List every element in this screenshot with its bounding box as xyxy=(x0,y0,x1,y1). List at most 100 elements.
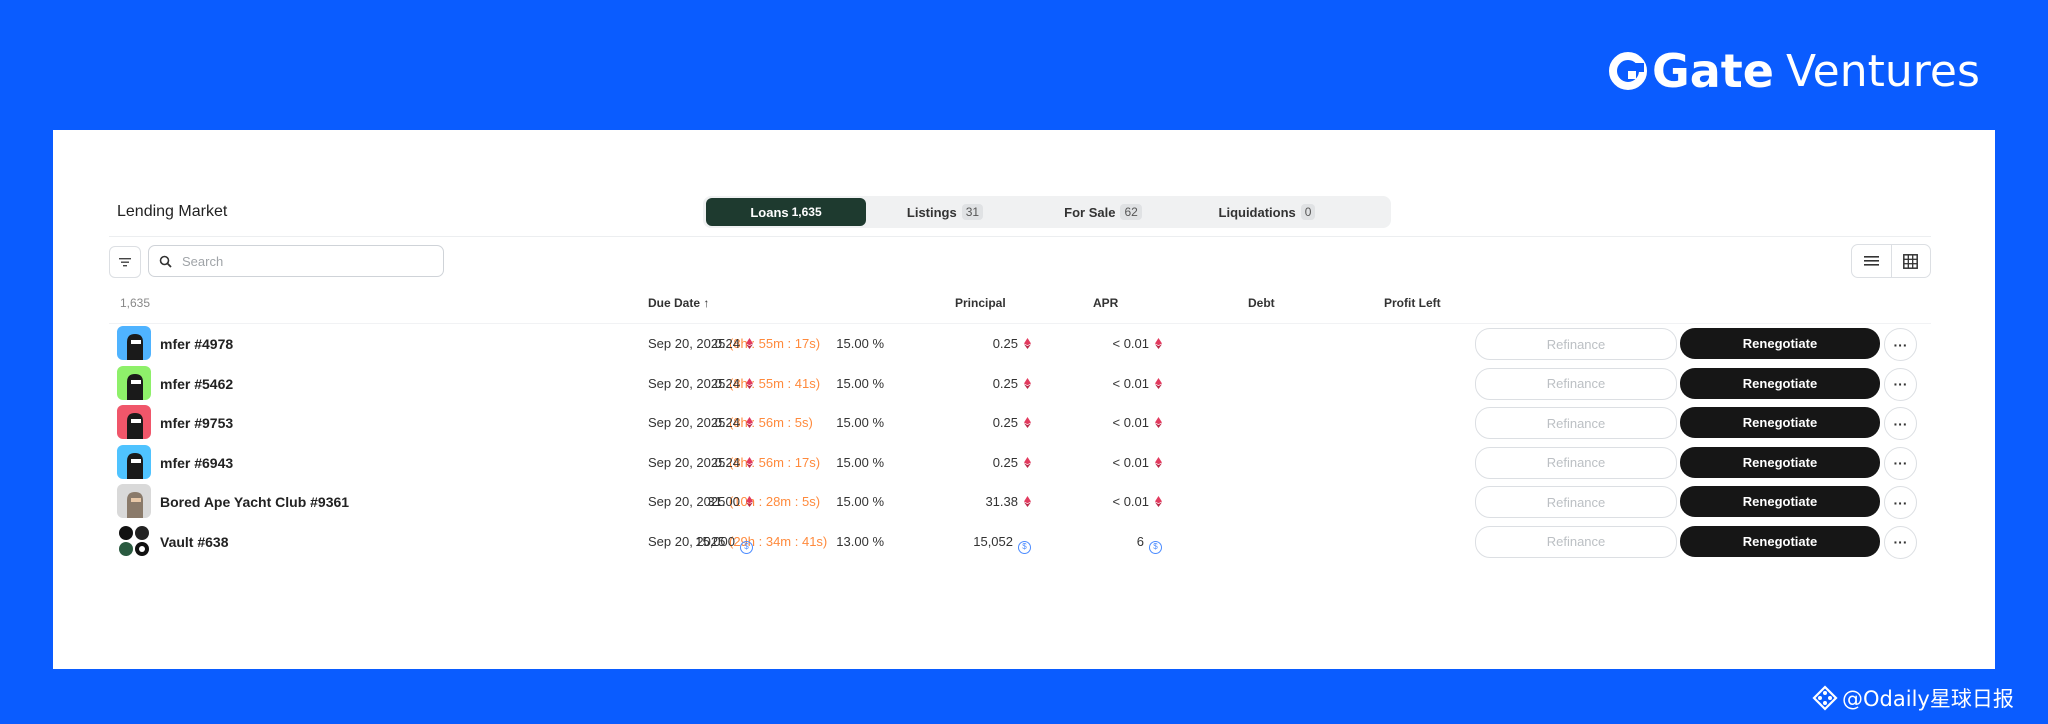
table-row[interactable]: Vault #638 Sep 20, 2025 (29h : 34m : 41s… xyxy=(53,523,1995,561)
more-icon: ··· xyxy=(1893,336,1908,353)
vault-grid-icon xyxy=(119,525,149,556)
nft-avatar xyxy=(117,484,151,518)
tab-count: 0 xyxy=(1300,204,1316,220)
debt-cell: 0.25 xyxy=(993,415,1031,430)
eth-icon xyxy=(1024,417,1031,428)
nft-name[interactable]: Bored Ape Yacht Club #9361 xyxy=(160,494,349,510)
nft-avatar xyxy=(117,365,151,400)
nft-name[interactable]: mfer #9753 xyxy=(160,415,233,431)
market-tabs: Loans 1,635 Listings 31 For Sale 62 Liqu… xyxy=(703,196,1391,228)
more-icon: ··· xyxy=(1893,534,1908,550)
profit-left-cell: < 0.01 xyxy=(1112,415,1162,430)
eth-icon xyxy=(1155,496,1162,507)
principal-cell: 15,000 $ xyxy=(695,534,753,554)
tab-count: 62 xyxy=(1120,204,1142,220)
profit-left-value: 6 xyxy=(1136,533,1144,549)
renegotiate-button[interactable]: Renegotiate xyxy=(1680,367,1880,399)
watermark-text: @Odaily星球日报 xyxy=(1842,687,2014,711)
principal-value: 0.24 xyxy=(714,415,740,430)
nft-character-icon xyxy=(127,492,143,518)
nft-name[interactable]: Vault #638 xyxy=(160,534,229,550)
tab-loans[interactable]: Loans 1,635 xyxy=(706,198,866,226)
list-view-button[interactable] xyxy=(1852,245,1891,277)
refinance-button[interactable]: Refinance xyxy=(1475,367,1677,400)
nft-avatar xyxy=(117,523,151,558)
profit-left-value: < 0.01 xyxy=(1112,375,1149,391)
profit-left-header: Profit Left xyxy=(1384,296,1441,310)
tab-label: Listings xyxy=(906,204,957,220)
apr-cell: 13.00 % xyxy=(836,533,884,549)
table-row[interactable]: mfer #5462 Sep 20, 2025 (8h : 55m : 41s)… xyxy=(53,365,1995,403)
eth-icon xyxy=(746,377,753,389)
more-icon: ··· xyxy=(1893,494,1908,511)
more-options-button[interactable]: ··· xyxy=(1884,328,1917,361)
odaily-watermark: @Odaily星球日报 xyxy=(1812,683,2014,713)
more-options-button[interactable]: ··· xyxy=(1884,525,1917,559)
eth-icon xyxy=(746,496,753,507)
refinance-button[interactable]: Refinance xyxy=(1475,486,1677,518)
tab-label: Loans xyxy=(750,204,789,220)
principal-value: 0.24 xyxy=(714,336,740,351)
eth-icon xyxy=(1155,417,1162,428)
filter-button[interactable] xyxy=(109,246,141,278)
more-options-button[interactable]: ··· xyxy=(1884,407,1917,440)
eth-icon xyxy=(1024,377,1031,389)
renegotiate-button[interactable]: Renegotiate xyxy=(1680,486,1880,517)
debt-value: 31.38 xyxy=(985,494,1018,509)
debt-value: 0.25 xyxy=(992,336,1018,351)
eth-icon xyxy=(1155,456,1162,468)
renegotiate-button[interactable]: Renegotiate xyxy=(1680,525,1880,557)
more-options-button[interactable]: ··· xyxy=(1884,446,1917,480)
table-row[interactable]: mfer #9753 Sep 20, 2025 (8h : 56m : 5s) … xyxy=(53,404,1995,442)
profit-left-value: < 0.01 xyxy=(1112,336,1149,351)
debt-value: 0.25 xyxy=(992,454,1018,470)
eth-icon xyxy=(746,417,753,428)
table-row[interactable]: mfer #4978 Sep 20, 2025 (8h : 55m : 17s)… xyxy=(53,325,1995,363)
refinance-button[interactable]: Refinance xyxy=(1475,446,1677,479)
tab-count: 31 xyxy=(961,204,984,220)
apr-cell: 15.00 % xyxy=(836,375,884,391)
nft-name[interactable]: mfer #6943 xyxy=(160,455,233,471)
table-row[interactable]: Bored Ape Yacht Club #9361 Sep 20, 2025 … xyxy=(53,483,1995,521)
odaily-logo-icon xyxy=(1812,685,1838,711)
search-input[interactable] xyxy=(180,252,424,270)
tab-label: For Sale xyxy=(1064,204,1116,220)
eth-icon xyxy=(1155,377,1162,389)
header-divider xyxy=(109,236,1931,237)
page-title: Lending Market xyxy=(117,203,228,220)
nft-name[interactable]: mfer #4978 xyxy=(160,336,233,352)
nft-avatar xyxy=(117,326,151,360)
nft-name[interactable]: mfer #5462 xyxy=(160,376,233,392)
renegotiate-button[interactable]: Renegotiate xyxy=(1680,446,1880,478)
table-row[interactable]: mfer #6943 Sep 20, 2025 (8h : 56m : 17s)… xyxy=(53,444,1995,482)
nft-character-icon xyxy=(127,413,143,439)
refinance-button[interactable]: Refinance xyxy=(1475,407,1677,439)
debt-cell: 15,052 $ xyxy=(973,534,1031,554)
principal-value: 31.00 xyxy=(707,494,740,509)
more-options-button[interactable]: ··· xyxy=(1884,367,1917,401)
principal-value: 0.24 xyxy=(714,454,740,470)
eth-icon xyxy=(746,338,753,349)
debt-cell: 0.25 xyxy=(993,455,1031,470)
debt-value: 0.25 xyxy=(992,415,1018,430)
grid-icon xyxy=(1903,253,1919,269)
more-icon: ··· xyxy=(1893,455,1908,471)
more-options-button[interactable]: ··· xyxy=(1884,486,1917,519)
tab-liquidations[interactable]: Liquidations 0 xyxy=(1182,198,1352,226)
profit-left-cell: < 0.01 xyxy=(1112,494,1162,509)
due-date-header[interactable]: Due Date ↑ xyxy=(648,296,709,310)
profit-left-cell: < 0.01 xyxy=(1112,376,1162,391)
renegotiate-button[interactable]: Renegotiate xyxy=(1680,328,1880,359)
refinance-button[interactable]: Refinance xyxy=(1475,525,1677,558)
tab-for-sale[interactable]: For Sale 62 xyxy=(1024,198,1182,226)
debt-cell: 0.25 xyxy=(993,376,1031,391)
row-divider xyxy=(109,323,1931,324)
grid-view-button[interactable] xyxy=(1891,245,1930,277)
tab-count: 1,635 xyxy=(791,205,822,219)
refinance-button[interactable]: Refinance xyxy=(1475,328,1677,360)
search-box xyxy=(148,245,444,277)
principal-cell: 0.24 xyxy=(715,336,753,351)
profit-left-cell: < 0.01 xyxy=(1112,455,1162,470)
renegotiate-button[interactable]: Renegotiate xyxy=(1680,407,1880,438)
tab-listings[interactable]: Listings 31 xyxy=(866,198,1024,226)
